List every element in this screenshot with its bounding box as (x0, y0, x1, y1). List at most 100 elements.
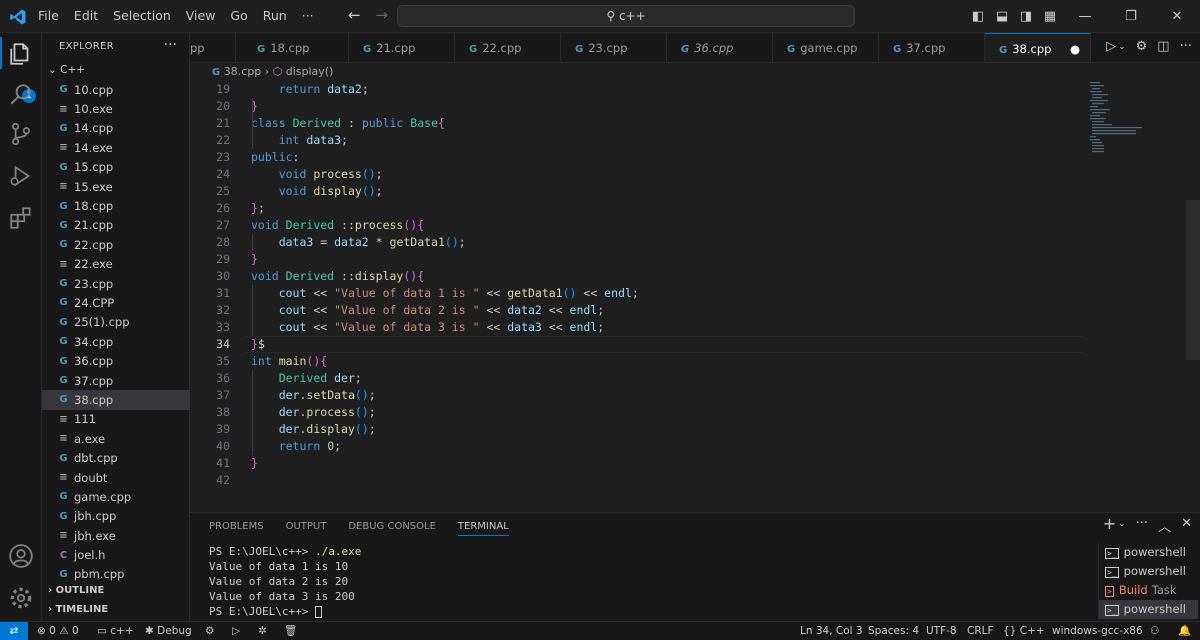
file-item[interactable]: G 36.cpp (42, 351, 190, 370)
minimap[interactable] (1088, 80, 1148, 160)
language-mode[interactable]: {} C++ (1003, 622, 1045, 640)
tab-38[interactable]: G 38.cpp ● (985, 33, 1091, 62)
code-line[interactable]: 36 Derived der; (190, 370, 1090, 387)
code-line[interactable]: 39 der.display(); (190, 421, 1090, 438)
code-line[interactable]: 28 data3 = data2 * getData1(); (190, 234, 1090, 251)
tab-37[interactable]: G 37.cpp (879, 33, 985, 62)
menu-run[interactable]: Run (263, 8, 287, 23)
line-ending[interactable]: CRLF (967, 622, 994, 640)
code-line[interactable]: 21 class Derived : public Base{ (190, 115, 1090, 132)
tab-problems[interactable]: PROBLEMS (209, 521, 264, 536)
code-line[interactable]: 35 int main(){ (190, 353, 1090, 370)
indentation[interactable]: Spaces: 4 (868, 622, 919, 640)
close-window-button[interactable]: ✕ (1154, 9, 1200, 24)
tab-debug-console[interactable]: DEBUG CONSOLE (348, 521, 436, 536)
customize-layout-icon[interactable]: ▦ (1038, 9, 1062, 24)
file-item[interactable]: ≡ 111 (42, 410, 190, 429)
toggle-sidebar-icon[interactable]: ◧ (966, 9, 990, 24)
outline-section[interactable]: › OUTLINE (48, 585, 104, 596)
code-line[interactable]: 19 return data2; (190, 81, 1090, 98)
file-item[interactable]: ≡ 10.exe (42, 99, 190, 118)
debug-status[interactable]: ✱ Debug (145, 622, 192, 640)
file-item[interactable]: G 37.cpp (42, 371, 190, 390)
terminal-item[interactable]: >_ powershell (1099, 543, 1198, 562)
file-item[interactable]: Gjbh.cpp (42, 507, 190, 526)
code-line[interactable]: 25 void display(); (190, 183, 1090, 200)
menu-go[interactable]: Go (230, 8, 247, 23)
file-item[interactable]: G 18.cpp (42, 196, 190, 215)
terminal-item-active[interactable]: >_ powershell (1099, 600, 1198, 619)
code-line[interactable]: 20} (190, 98, 1090, 115)
trash-icon[interactable]: 🗑 (284, 622, 297, 640)
file-item[interactable]: G 23.cpp (42, 274, 190, 293)
file-item[interactable]: ≡ jbh.exe (42, 526, 190, 545)
manage-gear-icon[interactable] (8, 585, 34, 611)
code-line[interactable]: 37 der.setData(); (190, 387, 1090, 404)
encoding[interactable]: UTF-8 (926, 622, 957, 640)
code-line[interactable]: 23 public: (190, 149, 1090, 166)
accounts-status-icon[interactable]: ⚇ (1150, 622, 1159, 640)
file-item[interactable]: Gpbm.cpp (42, 565, 190, 584)
tab-36[interactable]: G 36.cpp (667, 33, 773, 62)
breadcrumb-symbol[interactable]: display() (286, 65, 334, 78)
code-line[interactable]: 32 cout << "Value of data 2 is " << data… (190, 302, 1090, 319)
tab-18[interactable]: G 18.cpp (243, 33, 349, 62)
code-line[interactable]: 22 int data3; (190, 132, 1090, 149)
file-item[interactable]: G 10.cpp (42, 80, 190, 99)
terminal-output[interactable]: PS E:\JOEL\c++> ./a.exe Value of data 1 i… (209, 544, 361, 619)
code-line[interactable]: 26}; (190, 200, 1090, 217)
new-terminal-icon[interactable]: + (1103, 514, 1116, 535)
problems-status[interactable]: ⊗ 0 ⚠ 0 (37, 622, 79, 640)
settings-gear-icon[interactable]: ⚙ (1136, 39, 1148, 54)
extensions-icon[interactable] (8, 205, 34, 231)
code-line[interactable]: 31 cout << "Value of data 1 is " << getD… (190, 285, 1090, 302)
command-center-search[interactable]: ⚲ c++ (397, 5, 855, 27)
run-debug-icon[interactable] (8, 163, 34, 189)
code-line[interactable]: 42 (190, 472, 1090, 489)
more-actions-icon[interactable]: ··· (164, 37, 177, 53)
file-item[interactable]: G 38.cpp (42, 390, 190, 410)
back-arrow-icon[interactable]: ← (348, 6, 361, 24)
code-line[interactable]: 40 return 0; (190, 438, 1090, 455)
code-editor[interactable]: 19 return data2; 20} 21 class Derived : pub… (190, 80, 1200, 512)
run-icon[interactable]: ▷ (1106, 39, 1116, 54)
tab-21[interactable]: G 21.cpp (349, 33, 455, 62)
menu-selection[interactable]: Selection (113, 8, 171, 23)
file-item[interactable]: Gdbt.cpp (42, 448, 190, 467)
file-item[interactable]: G 25(1).cpp (42, 313, 190, 332)
file-item[interactable]: Ggame.cpp (42, 487, 190, 506)
timeline-section[interactable]: › TIMELINE (48, 604, 108, 615)
notifications-bell-icon[interactable]: 🔔 (1178, 622, 1191, 640)
menu-view[interactable]: View (186, 8, 216, 23)
tab-output[interactable]: OUTPUT (286, 521, 327, 536)
file-item[interactable]: G 24.CPP (42, 293, 190, 312)
code-line[interactable]: 24 void process(); (190, 166, 1090, 183)
explorer-icon[interactable] (8, 41, 34, 67)
run-status-icon[interactable]: ▷ (232, 622, 240, 640)
maximize-panel-icon[interactable]: ︿ (1158, 516, 1171, 535)
close-panel-icon[interactable]: ✕ (1181, 516, 1192, 535)
compiler-config[interactable]: windows-gcc-x86 (1052, 622, 1143, 640)
code-line[interactable]: 38 der.process(); (190, 404, 1090, 421)
menu-file[interactable]: File (38, 8, 59, 23)
unsaved-dot-icon[interactable]: ● (1070, 34, 1080, 62)
file-item[interactable]: G 21.cpp (42, 216, 190, 235)
accounts-icon[interactable] (8, 543, 34, 569)
breadcrumb-file[interactable]: 38.cpp (224, 65, 262, 78)
tab-game[interactable]: Ggame.cpp (773, 33, 879, 62)
code-line[interactable]: 33 cout << "Value of data 3 is " << data… (190, 319, 1090, 336)
split-editor-icon[interactable]: ◫ (1157, 39, 1169, 54)
code-line[interactable]: 34}$ (190, 336, 1090, 353)
code-line[interactable]: 41} (190, 455, 1090, 472)
folder-status[interactable]: ▭ c++ (97, 622, 134, 640)
file-item[interactable]: ≡ 15.exe (42, 177, 190, 196)
file-item[interactable]: G 34.cpp (42, 332, 190, 351)
more-actions-icon[interactable]: ··· (1136, 516, 1148, 535)
file-item[interactable]: G 22.cpp (42, 235, 190, 254)
tab-23[interactable]: G 23.cpp (561, 33, 667, 62)
terminal-item-build[interactable]: > Build Task (1099, 581, 1198, 600)
remote-icon[interactable]: ⇄ (0, 622, 28, 640)
debug-run-icon[interactable]: ✲ (258, 622, 267, 640)
menu-edit[interactable]: Edit (74, 8, 98, 23)
file-item[interactable]: Cjoel.h (42, 545, 190, 564)
